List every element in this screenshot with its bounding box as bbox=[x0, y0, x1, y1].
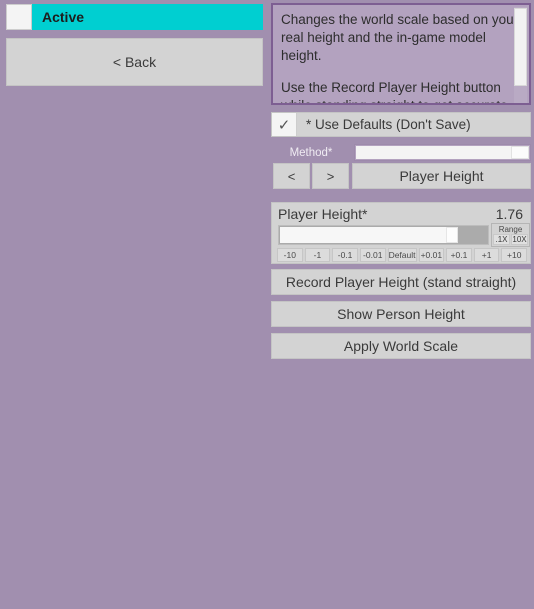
back-button-label: < Back bbox=[112, 54, 157, 70]
use-defaults-label: * Use Defaults (Don't Save) bbox=[306, 117, 471, 132]
player-height-slider-handle[interactable] bbox=[446, 227, 458, 243]
active-checkbox[interactable] bbox=[6, 4, 32, 30]
apply-world-scale-button[interactable]: Apply World Scale bbox=[271, 333, 531, 359]
active-banner[interactable]: Active bbox=[32, 4, 263, 30]
step-label: +0.01 bbox=[420, 250, 443, 260]
step-button-plus-0-01[interactable]: +0.01 bbox=[418, 248, 445, 262]
apply-world-scale-label: Apply World Scale bbox=[343, 338, 459, 354]
player-height-panel: Player Height* 1.76 Range .1X 10X -10 -1… bbox=[271, 202, 531, 264]
method-label: Method* bbox=[289, 146, 333, 159]
checkmark-icon: ✓ bbox=[277, 116, 291, 134]
step-label: -0.1 bbox=[337, 250, 353, 260]
step-label: +0.1 bbox=[450, 250, 468, 260]
method-value-field[interactable]: Player Height bbox=[352, 163, 531, 189]
show-person-height-button[interactable]: Show Person Height bbox=[271, 301, 531, 327]
range-button-ten-label: 10X bbox=[512, 235, 527, 244]
method-slider-handle[interactable] bbox=[511, 146, 529, 159]
method-prev-label: < bbox=[287, 168, 296, 184]
step-button-minus-0-1[interactable]: -0.1 bbox=[332, 248, 358, 262]
use-defaults-row[interactable]: ✓ * Use Defaults (Don't Save) bbox=[271, 112, 531, 137]
active-label: Active bbox=[42, 9, 85, 25]
active-toggle-row[interactable]: Active bbox=[6, 4, 263, 30]
player-height-slider[interactable] bbox=[278, 225, 489, 245]
step-label: -1 bbox=[313, 250, 322, 260]
method-next-button[interactable]: > bbox=[312, 163, 349, 189]
step-label: -10 bbox=[283, 250, 296, 260]
player-height-slider-fill bbox=[280, 227, 446, 243]
step-button-plus-10[interactable]: +10 bbox=[501, 248, 528, 262]
description-panel: Changes the world scale based on your re… bbox=[271, 3, 531, 105]
step-label: -0.01 bbox=[363, 250, 383, 260]
method-prev-button[interactable]: < bbox=[273, 163, 310, 189]
range-button-tenth[interactable]: .1X bbox=[493, 234, 510, 245]
range-button-tenth-label: .1X bbox=[495, 235, 508, 244]
settings-screen: Active < Back Changes the world scale ba… bbox=[0, 0, 534, 609]
method-value-label: Player Height bbox=[399, 168, 484, 184]
range-box: Range .1X 10X bbox=[491, 223, 530, 247]
step-button-minus-10[interactable]: -10 bbox=[277, 248, 303, 262]
record-player-height-button[interactable]: Record Player Height (stand straight) bbox=[271, 269, 531, 295]
method-next-label: > bbox=[326, 168, 335, 184]
method-slider-fill bbox=[356, 146, 511, 159]
step-button-default[interactable]: Default bbox=[387, 248, 417, 262]
player-height-value: 1.76 bbox=[495, 206, 523, 222]
range-buttons: .1X 10X bbox=[492, 234, 529, 245]
range-title: Range bbox=[498, 225, 523, 234]
description-paragraph-2: Use the Record Player Height button whil… bbox=[281, 80, 508, 103]
player-height-title: Player Height* bbox=[278, 206, 368, 222]
step-button-plus-0-1[interactable]: +0.1 bbox=[446, 248, 472, 262]
description-scrollbar-thumb[interactable] bbox=[514, 8, 527, 86]
range-button-ten[interactable]: 10X bbox=[511, 234, 528, 245]
record-player-height-label: Record Player Height (stand straight) bbox=[285, 274, 517, 290]
use-defaults-checkbox[interactable]: ✓ bbox=[272, 113, 297, 136]
step-button-minus-0-01[interactable]: -0.01 bbox=[359, 248, 386, 262]
back-button[interactable]: < Back bbox=[6, 38, 263, 86]
step-button-minus-1[interactable]: -1 bbox=[304, 248, 331, 262]
show-person-height-label: Show Person Height bbox=[337, 306, 465, 322]
step-label: +1 bbox=[481, 250, 492, 260]
step-label: +10 bbox=[507, 250, 522, 260]
method-slider[interactable] bbox=[354, 144, 531, 161]
step-label: Default bbox=[388, 250, 416, 260]
step-button-plus-1[interactable]: +1 bbox=[473, 248, 500, 262]
description-paragraph-1: Changes the world scale based on your re… bbox=[281, 12, 519, 63]
player-height-stepper-row: -10 -1 -0.1 -0.01 Default +0.01 +0.1 +1 … bbox=[277, 248, 528, 262]
